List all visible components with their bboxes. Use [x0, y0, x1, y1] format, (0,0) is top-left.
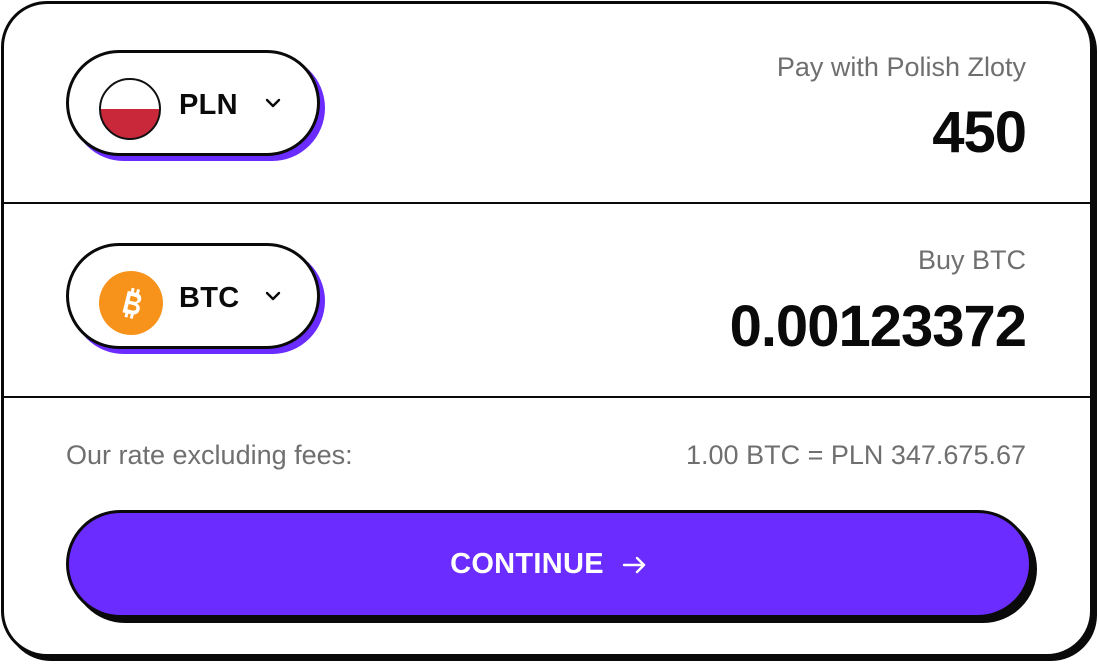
- continue-button[interactable]: CONTINUE: [66, 510, 1032, 618]
- rate-label: Our rate excluding fees:: [66, 440, 353, 470]
- chevron-down-icon: [263, 286, 283, 306]
- buy-amount-input[interactable]: 0.00123372: [730, 298, 1027, 356]
- buy-currency-selector[interactable]: BTC: [66, 243, 320, 349]
- pay-currency-selector[interactable]: PLN: [66, 50, 320, 156]
- exchange-widget: PLN Pay with Polish Zloty 450 BTC Buy BT…: [1, 1, 1093, 657]
- poland-flag-icon: [99, 78, 161, 140]
- chevron-down-icon: [263, 93, 283, 113]
- continue-label: CONTINUE: [450, 548, 604, 580]
- buy-label: Buy BTC: [917, 245, 1026, 275]
- continue-button-content: CONTINUE: [69, 548, 1029, 581]
- divider: [4, 396, 1090, 398]
- pay-amount-input[interactable]: 450: [932, 104, 1027, 162]
- bitcoin-icon: [99, 271, 163, 335]
- pay-row: PLN Pay with Polish Zloty 450: [4, 4, 1090, 203]
- pay-label: Pay with Polish Zloty: [776, 52, 1026, 82]
- buy-currency-code: BTC: [179, 282, 240, 314]
- arrow-right-icon: [622, 555, 648, 575]
- rate-value: 1.00 BTC = PLN 347.675.67: [686, 440, 1026, 470]
- pay-currency-code: PLN: [179, 89, 238, 121]
